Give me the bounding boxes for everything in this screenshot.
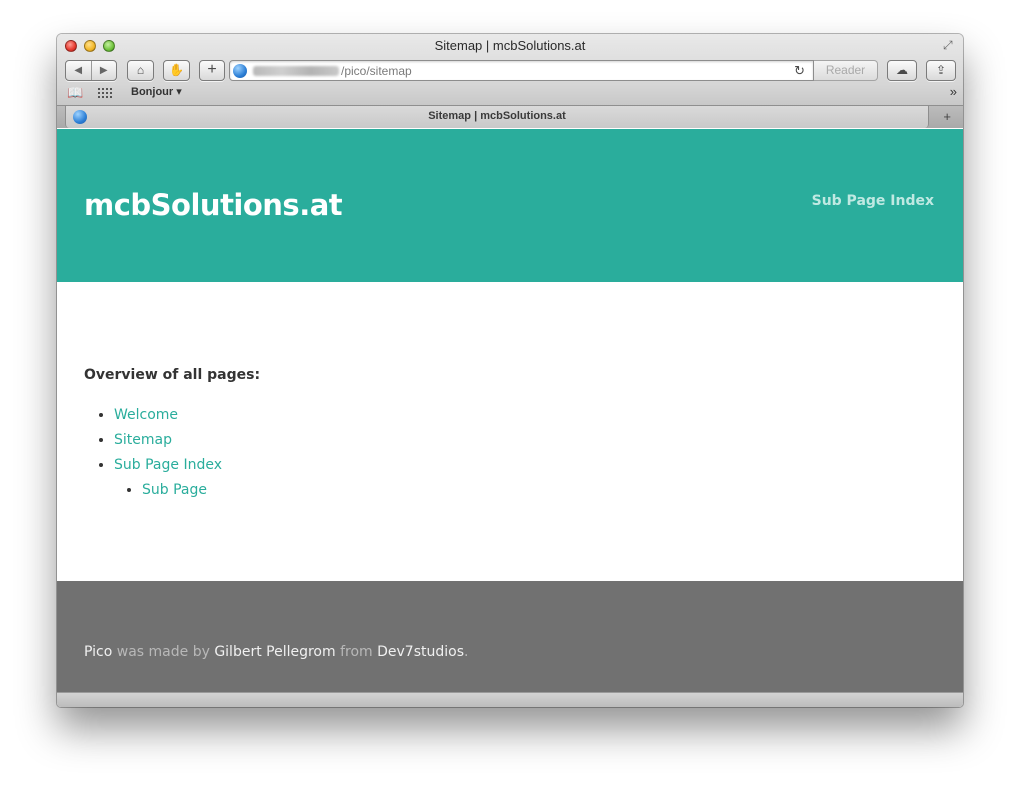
footer-text: from [335, 644, 378, 660]
footer-link-pico[interactable]: Pico [84, 644, 112, 660]
page-link-welcome[interactable]: Welcome [114, 407, 178, 423]
footer-link-author[interactable]: Gilbert Pellegrom [214, 644, 335, 660]
new-tab-button[interactable]: + [943, 109, 951, 124]
share-button[interactable]: ⇪ [926, 60, 956, 81]
main-content: Overview of all pages: Welcome Sitemap S… [84, 367, 934, 503]
top-sites-icon[interactable] [98, 87, 114, 98]
back-icon[interactable]: ◀ [66, 61, 91, 80]
reload-icon[interactable]: ↻ [794, 63, 805, 79]
reader-button[interactable]: Reader [814, 60, 878, 81]
pages-list: Welcome Sitemap Sub Page Index Sub Page [84, 403, 934, 503]
back-forward-buttons: ◀ ▶ [65, 60, 117, 81]
reading-list-icon[interactable]: 📖 [67, 85, 83, 101]
page-link-sub-page[interactable]: Sub Page [142, 482, 207, 498]
list-item: Welcome [114, 403, 934, 428]
plus-icon: + [207, 61, 217, 78]
overview-heading: Overview of all pages: [84, 367, 261, 383]
page-link-sub-page-index[interactable]: Sub Page Index [114, 457, 222, 473]
share-icon: ⇪ [935, 63, 947, 77]
bookmarks-bar: 📖 Bonjour ▾ » [57, 82, 963, 102]
site-footer: Pico was made by Gilbert Pellegrom from … [57, 581, 963, 692]
site-logo[interactable]: mcbSolutions.at [84, 188, 343, 222]
list-item: Sub Page [142, 478, 934, 503]
footer-text: . [464, 644, 469, 660]
blurred-hostname [253, 65, 339, 76]
toolbar: ◀ ▶ ⌂ ✋ + /pico/sitemap ↻ Reader ☁ ⇪ [57, 58, 963, 82]
list-item: Sitemap [114, 428, 934, 453]
site-header: mcbSolutions.at Sub Page Index [57, 129, 963, 282]
footer-link-dev7studios[interactable]: Dev7studios [377, 644, 464, 660]
forward-icon[interactable]: ▶ [90, 61, 117, 80]
privacy-button[interactable]: ✋ [163, 60, 190, 81]
address-bar: /pico/sitemap ↻ Reader [229, 60, 957, 81]
cloud-icon: ☁ [896, 63, 908, 77]
nav-link-sub-page-index[interactable]: Sub Page Index [812, 193, 934, 209]
globe-icon [233, 63, 247, 78]
footer-text: was made by [112, 644, 215, 660]
hand-icon: ✋ [169, 63, 184, 77]
web-page: mcbSolutions.at Sub Page Index Overview … [57, 129, 963, 692]
footer-credits: Pico was made by Gilbert Pellegrom from … [84, 644, 468, 660]
home-icon: ⌂ [136, 63, 145, 77]
page-link-sitemap[interactable]: Sitemap [114, 432, 172, 448]
tab-bar: Sitemap | mcbSolutions.at + [57, 105, 963, 128]
browser-window: Sitemap | mcbSolutions.at ⤢ ◀ ▶ ⌂ ✋ + /p… [57, 34, 963, 707]
list-item: Sub Page Index Sub Page [114, 453, 934, 503]
sub-pages-list: Sub Page [114, 478, 934, 503]
browser-chrome: Sitemap | mcbSolutions.at ⤢ ◀ ▶ ⌂ ✋ + /p… [57, 34, 963, 128]
tab-title: Sitemap | mcbSolutions.at [428, 110, 566, 122]
add-bookmark-button[interactable]: + [199, 60, 225, 81]
bookmarks-overflow-icon[interactable]: » [950, 84, 957, 99]
fullscreen-icon[interactable]: ⤢ [943, 38, 957, 52]
tab-sitemap[interactable]: Sitemap | mcbSolutions.at [65, 106, 929, 128]
url-input[interactable]: /pico/sitemap ↻ [229, 60, 814, 81]
bonjour-menu[interactable]: Bonjour ▾ [131, 85, 182, 98]
status-bar [57, 692, 963, 707]
window-title: Sitemap | mcbSolutions.at [434, 38, 586, 53]
icloud-tabs-button[interactable]: ☁ [887, 60, 917, 81]
url-path: /pico/sitemap [341, 63, 412, 78]
home-button[interactable]: ⌂ [127, 60, 154, 81]
title-bar: Sitemap | mcbSolutions.at ⤢ [57, 34, 963, 58]
